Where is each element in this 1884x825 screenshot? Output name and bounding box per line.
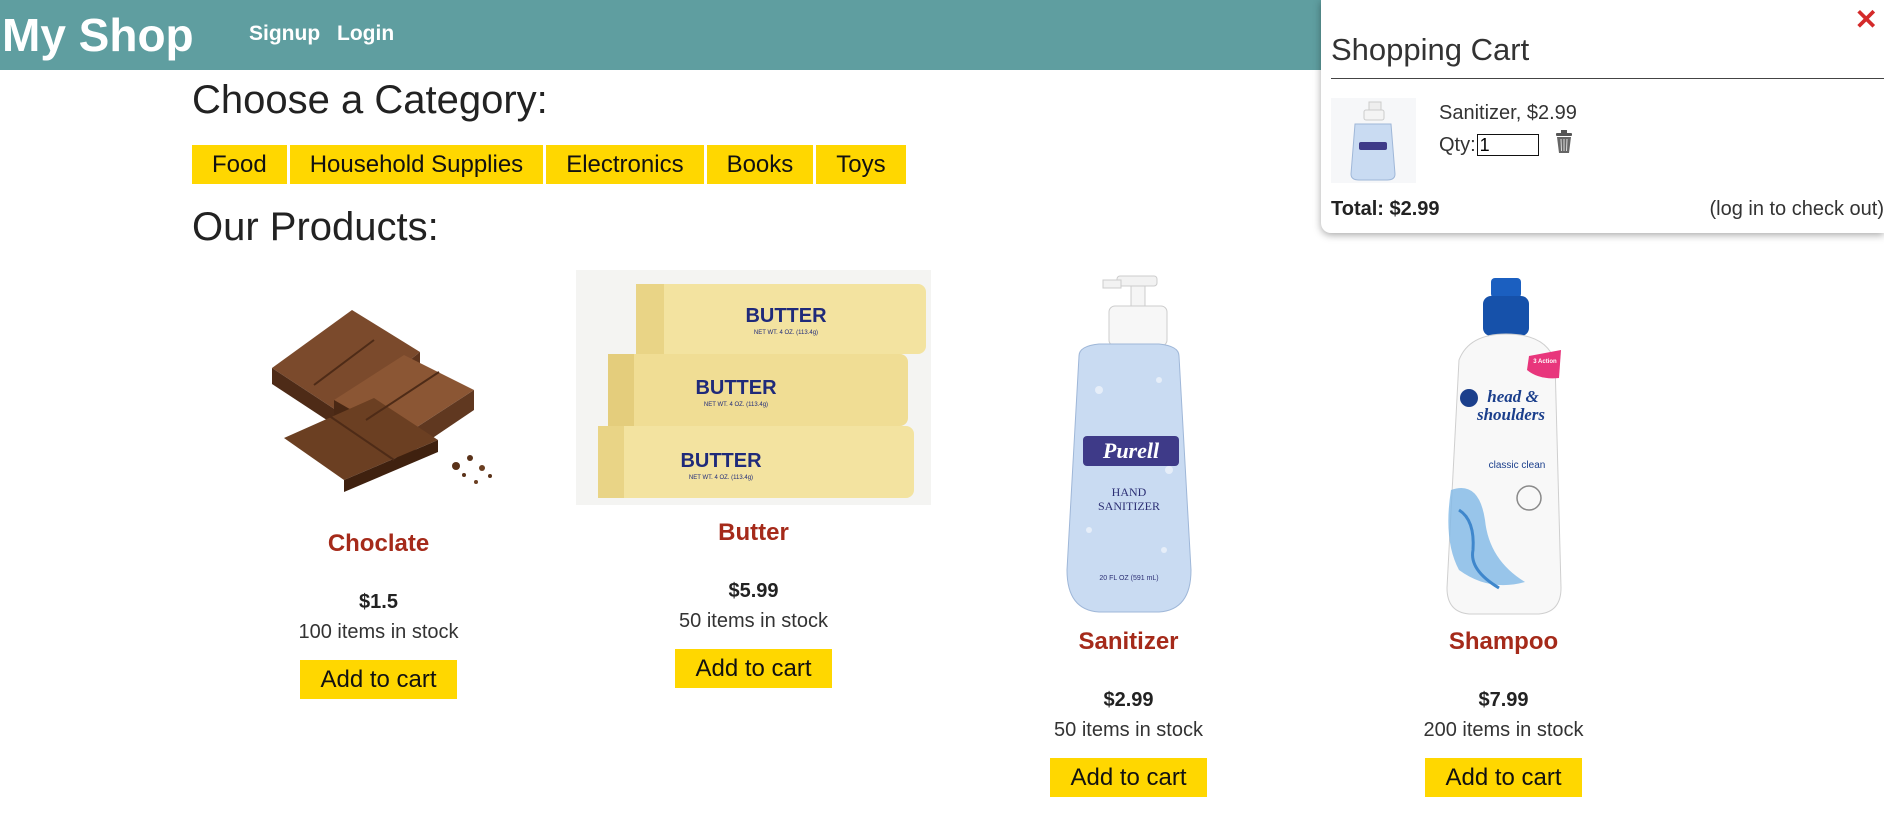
product-stock: 50 items in stock: [1054, 719, 1203, 741]
add-to-cart-button[interactable]: Add to cart: [1050, 758, 1207, 797]
product-name[interactable]: Choclate: [191, 530, 566, 558]
cart-item-description: Sanitizer, $2.99: [1439, 102, 1577, 124]
login-link[interactable]: Login: [337, 22, 394, 46]
category-electronics-button[interactable]: Electronics: [546, 145, 704, 184]
butter-sublabel-2: NET WT. 4 OZ. (113.4g): [704, 402, 768, 408]
sanitizer-brand: Purell: [1101, 438, 1159, 463]
sanitizer-line1: HAND: [1111, 485, 1146, 499]
product-price: $5.99: [728, 580, 779, 602]
category-food-button[interactable]: Food: [192, 145, 287, 184]
product-name[interactable]: Shampoo: [1316, 628, 1691, 656]
product-name[interactable]: Butter: [566, 519, 941, 547]
product-card-choclate: Choclate $1.5 100 items in stock Add to …: [191, 270, 566, 699]
signup-link[interactable]: Signup: [249, 22, 320, 46]
product-stock: 100 items in stock: [298, 621, 459, 643]
shampoo-variant: classic clean: [1488, 460, 1545, 471]
trash-icon[interactable]: [1553, 130, 1575, 160]
products-heading: Our Products:: [192, 205, 439, 249]
shampoo-badge: 3 Action: [1533, 359, 1557, 365]
cart-item-thumbnail: [1331, 98, 1416, 183]
shampoo-image: 3 Action head & shoulders classic clean: [1429, 270, 1579, 620]
sanitizer-image: Purell HAND SANITIZER 20 FL OZ (591 mL): [1039, 270, 1219, 620]
butter-sublabel-3: NET WT. 4 OZ. (113.4g): [689, 475, 753, 481]
add-to-cart-button[interactable]: Add to cart: [1425, 758, 1582, 797]
butter-sublabel-1: NET WT. 4 OZ. (113.4g): [754, 330, 818, 336]
product-name[interactable]: Sanitizer: [941, 628, 1316, 656]
cart-qty-row: Qty:: [1439, 130, 1575, 160]
butter-image: BUTTER NET WT. 4 OZ. (113.4g) BUTTER NET…: [576, 270, 931, 505]
cart-title: Shopping Cart: [1331, 32, 1530, 67]
qty-label: Qty:: [1439, 133, 1476, 156]
shopping-cart-panel: ✕ Shopping Cart Sanitizer, $2.99 Qty: To…: [1321, 0, 1884, 233]
product-stock: 200 items in stock: [1423, 719, 1584, 741]
add-to-cart-button[interactable]: Add to cart: [675, 649, 832, 688]
product-price: $2.99: [1103, 689, 1154, 711]
category-books-button[interactable]: Books: [706, 145, 814, 184]
cart-total: Total: $2.99: [1331, 198, 1440, 220]
qty-input[interactable]: [1476, 134, 1539, 156]
add-to-cart-button[interactable]: Add to cart: [300, 660, 457, 699]
butter-label-3: BUTTER: [680, 450, 762, 472]
butter-label-1: BUTTER: [745, 305, 827, 327]
product-price: $7.99: [1478, 689, 1529, 711]
cart-divider: [1331, 78, 1884, 79]
category-bar: Food Household Supplies Electronics Book…: [192, 145, 906, 184]
sanitizer-line2: SANITIZER: [1098, 499, 1160, 513]
cart-login-note[interactable]: (log in to check out): [1709, 198, 1884, 221]
shampoo-brand-line1: head &: [1487, 387, 1539, 406]
product-card-butter: BUTTER NET WT. 4 OZ. (113.4g) BUTTER NET…: [566, 270, 941, 688]
category-heading: Choose a Category:: [192, 78, 548, 122]
product-card-sanitizer: Purell HAND SANITIZER 20 FL OZ (591 mL) …: [941, 270, 1316, 797]
category-household-button[interactable]: Household Supplies: [289, 145, 544, 184]
brand-logo[interactable]: My Shop: [2, 8, 194, 62]
category-toys-button[interactable]: Toys: [816, 145, 906, 184]
shampoo-brand-line2: shoulders: [1475, 405, 1544, 424]
product-card-shampoo: 3 Action head & shoulders classic clean …: [1316, 270, 1691, 797]
product-price: $1.5: [359, 591, 398, 613]
butter-label-2: BUTTER: [695, 377, 777, 399]
sanitizer-size: 20 FL OZ (591 mL): [1099, 575, 1158, 582]
product-stock: 50 items in stock: [679, 610, 828, 632]
close-icon[interactable]: ✕: [1855, 6, 1878, 34]
choclate-image: [224, 270, 534, 500]
